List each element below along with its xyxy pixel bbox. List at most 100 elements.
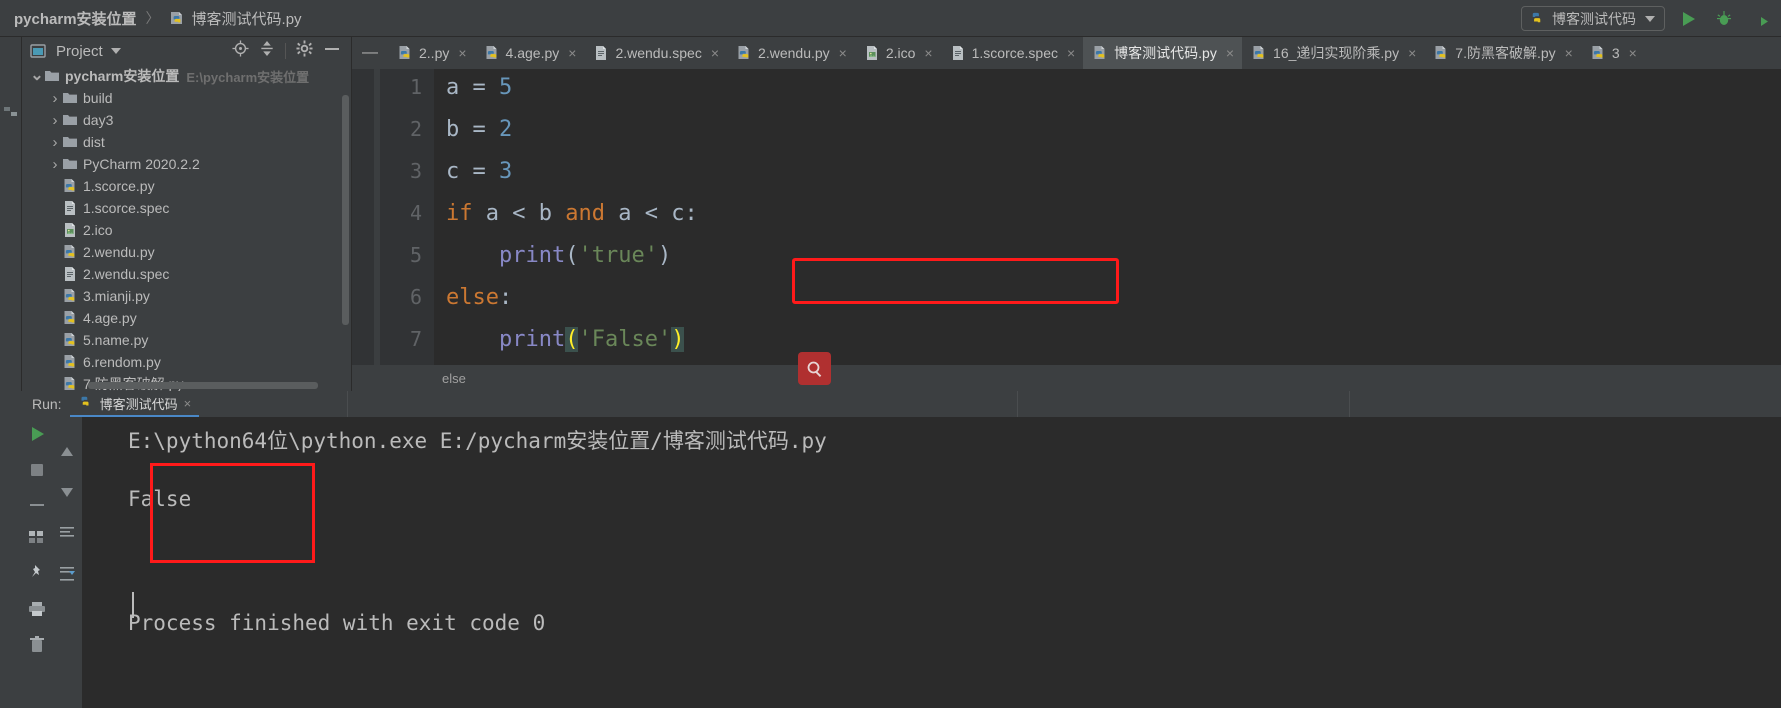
editor-tab-6[interactable]: 1.scorce.spec ×	[941, 37, 1084, 69]
hide-panel-icon[interactable]	[323, 41, 341, 62]
editor-tab-3[interactable]: 2.wendu.spec ×	[584, 37, 727, 69]
editor-tab-1[interactable]: 2..py ×	[388, 37, 475, 69]
editor-gutter[interactable]: 1 2 3 4 5 6 7	[352, 69, 434, 365]
editor-tab-8[interactable]: 16_递归实现阶乘.py ×	[1242, 37, 1424, 69]
close-icon[interactable]: ×	[711, 45, 719, 61]
editor-tab-10[interactable]: 3 ×	[1581, 37, 1645, 69]
python-file-icon	[62, 244, 78, 260]
tree-item-2.wendu.py[interactable]: 2.wendu.py	[22, 241, 351, 263]
scroll-to-end-icon[interactable]	[59, 566, 75, 587]
close-icon[interactable]: ×	[1067, 45, 1075, 61]
editor-breadcrumb-bar: else	[352, 365, 1781, 391]
tree-item-pycharm-2020.2.2[interactable]: › PyCharm 2020.2.2	[22, 153, 351, 175]
tree-item-6.rendom.py[interactable]: 6.rendom.py	[22, 351, 351, 373]
structure-icon[interactable]	[4, 105, 18, 117]
close-icon[interactable]: ×	[1408, 45, 1416, 61]
close-icon[interactable]: ×	[1565, 45, 1573, 61]
settings-gear-icon[interactable]	[296, 40, 313, 62]
collapse-all-icon[interactable]	[259, 40, 275, 62]
tree-item-2.ico[interactable]: 2.ico	[22, 219, 351, 241]
run-toolbar-secondary	[52, 417, 82, 708]
tree-item-label: 2.wendu.py	[83, 244, 155, 260]
tree-vertical-scrollbar[interactable]	[342, 95, 349, 325]
code-line-5[interactable]: print('true')	[446, 243, 671, 268]
python-file-icon	[1529, 11, 1545, 27]
close-icon[interactable]: ×	[184, 396, 192, 411]
up-arrow-icon[interactable]	[60, 445, 74, 463]
tree-item-5.name.py[interactable]: 5.name.py	[22, 329, 351, 351]
code-token: b	[446, 117, 460, 142]
tree-item-dist[interactable]: › dist	[22, 131, 351, 153]
breadcrumb-file[interactable]: 博客测试代码.py	[192, 8, 302, 29]
close-icon[interactable]: ×	[1629, 45, 1637, 61]
tree-item-4.age.py[interactable]: 4.age.py	[22, 307, 351, 329]
pycharm-window: pycharm安装位置 〉 博客测试代码.py 博客测试代码 Project ⌄…	[0, 0, 1781, 708]
hide-editor-tabs-button[interactable]: —	[352, 37, 388, 69]
close-icon[interactable]: ×	[458, 45, 466, 61]
tree-item-label: pycharm安装位置	[65, 68, 180, 84]
tree-item-build[interactable]: › build	[22, 87, 351, 109]
run-configuration-selector[interactable]: 博客测试代码	[1521, 6, 1665, 31]
close-icon[interactable]: ×	[839, 45, 847, 61]
chevron-right-icon[interactable]: ›	[48, 90, 62, 107]
close-icon[interactable]: ×	[1226, 45, 1234, 61]
code-line-7[interactable]: print('False')	[446, 327, 685, 352]
code-token: 2	[499, 117, 513, 142]
python-file-icon	[169, 10, 185, 26]
code-token: =	[459, 75, 499, 100]
code-line-6[interactable]: else:	[446, 285, 512, 310]
editor-tab-7[interactable]: 博客测试代码.py ×	[1083, 37, 1243, 69]
tree-item-label: 2.ico	[83, 222, 113, 238]
run-tab-active[interactable]: 博客测试代码 ×	[69, 391, 200, 417]
layout-icon[interactable]	[28, 529, 46, 550]
breadcrumb-project[interactable]: pycharm安装位置	[14, 8, 137, 29]
project-file-tree[interactable]: ⌄ pycharm安装位置 E:\pycharm安装位置 › build › day3 › di…	[22, 65, 351, 391]
code-content[interactable]: a = 5 b = 2 c = 3 if a < b and a < c: print…	[434, 69, 1781, 365]
down-arrow-icon[interactable]	[60, 485, 74, 503]
run-button[interactable]	[1675, 6, 1701, 32]
tree-item-label: 1.scorce.spec	[83, 200, 170, 216]
code-line-1[interactable]: a = 5	[446, 75, 512, 100]
tree-item-2.wendu.spec[interactable]: 2.wendu.spec	[22, 263, 351, 285]
soft-wrap-icon[interactable]	[59, 525, 75, 544]
close-icon[interactable]: ×	[568, 45, 576, 61]
chevron-down-icon[interactable]: ⌄	[30, 68, 44, 84]
minus-icon: —	[362, 44, 378, 61]
spec-file-icon	[62, 266, 78, 282]
tree-item-label: 6.rendom.py	[83, 354, 161, 370]
tree-item-1.scorce.py[interactable]: 1.scorce.py	[22, 175, 351, 197]
print-icon[interactable]	[28, 601, 46, 622]
stop-icon[interactable]	[29, 462, 45, 483]
tree-item-pycharm----[interactable]: ⌄ pycharm安装位置 E:\pycharm安装位置	[22, 65, 351, 87]
code-line-3[interactable]: c = 3	[446, 159, 512, 184]
debug-button[interactable]	[1711, 6, 1737, 32]
editor-tab-4[interactable]: 2.wendu.py ×	[727, 37, 855, 69]
chevron-right-icon[interactable]: ›	[48, 134, 62, 151]
chevron-right-icon[interactable]: ›	[48, 156, 62, 173]
tree-item-day3[interactable]: › day3	[22, 109, 351, 131]
tree-horizontal-scrollbar[interactable]	[88, 382, 318, 389]
pin-icon[interactable]	[28, 564, 46, 587]
minus-icon[interactable]	[29, 497, 45, 515]
run-with-coverage-button[interactable]	[1747, 6, 1773, 32]
python-file-icon	[78, 395, 94, 411]
project-panel-header: Project	[22, 37, 351, 65]
editor-tab-5[interactable]: 2.ico ×	[855, 37, 941, 69]
locate-icon[interactable]	[232, 40, 249, 62]
editor-tab-2[interactable]: 4.age.py ×	[475, 37, 585, 69]
code-line-2[interactable]: b = 2	[446, 117, 512, 142]
editor-tab-9[interactable]: 7.防黑客破解.py ×	[1424, 37, 1581, 69]
tree-item-1.scorce.spec[interactable]: 1.scorce.spec	[22, 197, 351, 219]
code-line-4[interactable]: if a < b and a < c:	[446, 201, 698, 226]
search-everywhere-bubble[interactable]	[798, 352, 831, 385]
chevron-right-icon[interactable]: ›	[48, 112, 62, 129]
code-token: (	[565, 327, 579, 352]
run-console-output[interactable]: E:\python64位\python.exe E:/pycharm安装位置/博…	[82, 417, 1781, 708]
run-window-label: Run:	[32, 396, 62, 412]
close-icon[interactable]: ×	[924, 45, 932, 61]
chevron-down-icon[interactable]	[110, 48, 121, 54]
trash-icon[interactable]	[29, 636, 45, 658]
code-editor[interactable]: 1234567 a = 5 b = 2 c = 3 if a < b and a < …	[352, 69, 1781, 365]
tree-item-3.mianji.py[interactable]: 3.mianji.py	[22, 285, 351, 307]
rerun-icon[interactable]	[28, 425, 46, 448]
